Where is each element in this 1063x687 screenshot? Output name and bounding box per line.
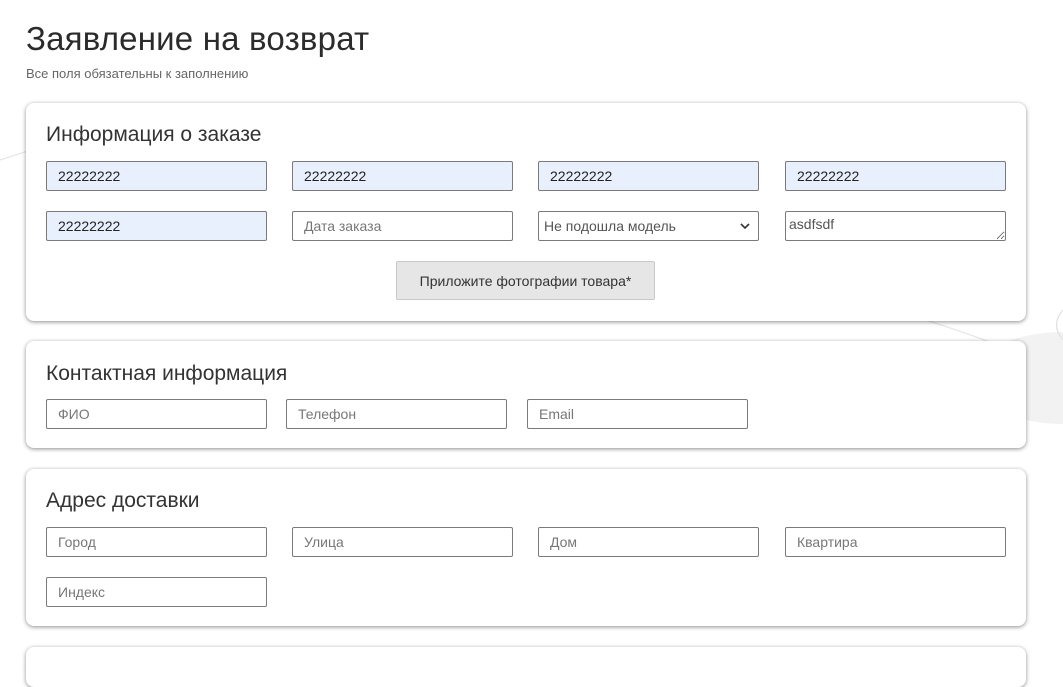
- order-info-card: Информация о заказе Не подошла модель as…: [26, 103, 1026, 321]
- phone-input[interactable]: [286, 399, 507, 429]
- postal-code-input[interactable]: [46, 577, 267, 607]
- street-input[interactable]: [292, 527, 513, 557]
- apartment-input[interactable]: [785, 527, 1006, 557]
- email-input[interactable]: [527, 399, 748, 429]
- comment-textarea[interactable]: asdfsdf: [785, 211, 1006, 241]
- next-section-card: [26, 647, 1026, 687]
- page-subtitle: Все поля обязательны к заполнению: [26, 66, 249, 81]
- return-reason-select[interactable]: Не подошла модель: [538, 211, 759, 241]
- full-name-input[interactable]: [46, 399, 267, 429]
- order-field-5[interactable]: [46, 211, 267, 241]
- contact-info-card: Контактная информация: [26, 341, 1026, 448]
- house-input[interactable]: [538, 527, 759, 557]
- order-field-4[interactable]: [785, 161, 1006, 191]
- order-field-1[interactable]: [46, 161, 267, 191]
- delivery-address-card: Адрес доставки: [26, 469, 1026, 626]
- order-field-2[interactable]: [292, 161, 513, 191]
- order-field-3[interactable]: [538, 161, 759, 191]
- delivery-address-title: Адрес доставки: [46, 489, 200, 512]
- page-title: Заявление на возврат: [26, 20, 370, 57]
- upload-photos-button[interactable]: Приложите фотографии товара*: [396, 261, 655, 300]
- order-info-title: Информация о заказе: [46, 123, 262, 146]
- return-reason-select-wrapper: Не подошла модель: [538, 211, 759, 241]
- contact-info-title: Контактная информация: [46, 362, 288, 385]
- order-date-input[interactable]: [292, 211, 513, 241]
- city-input[interactable]: [46, 527, 267, 557]
